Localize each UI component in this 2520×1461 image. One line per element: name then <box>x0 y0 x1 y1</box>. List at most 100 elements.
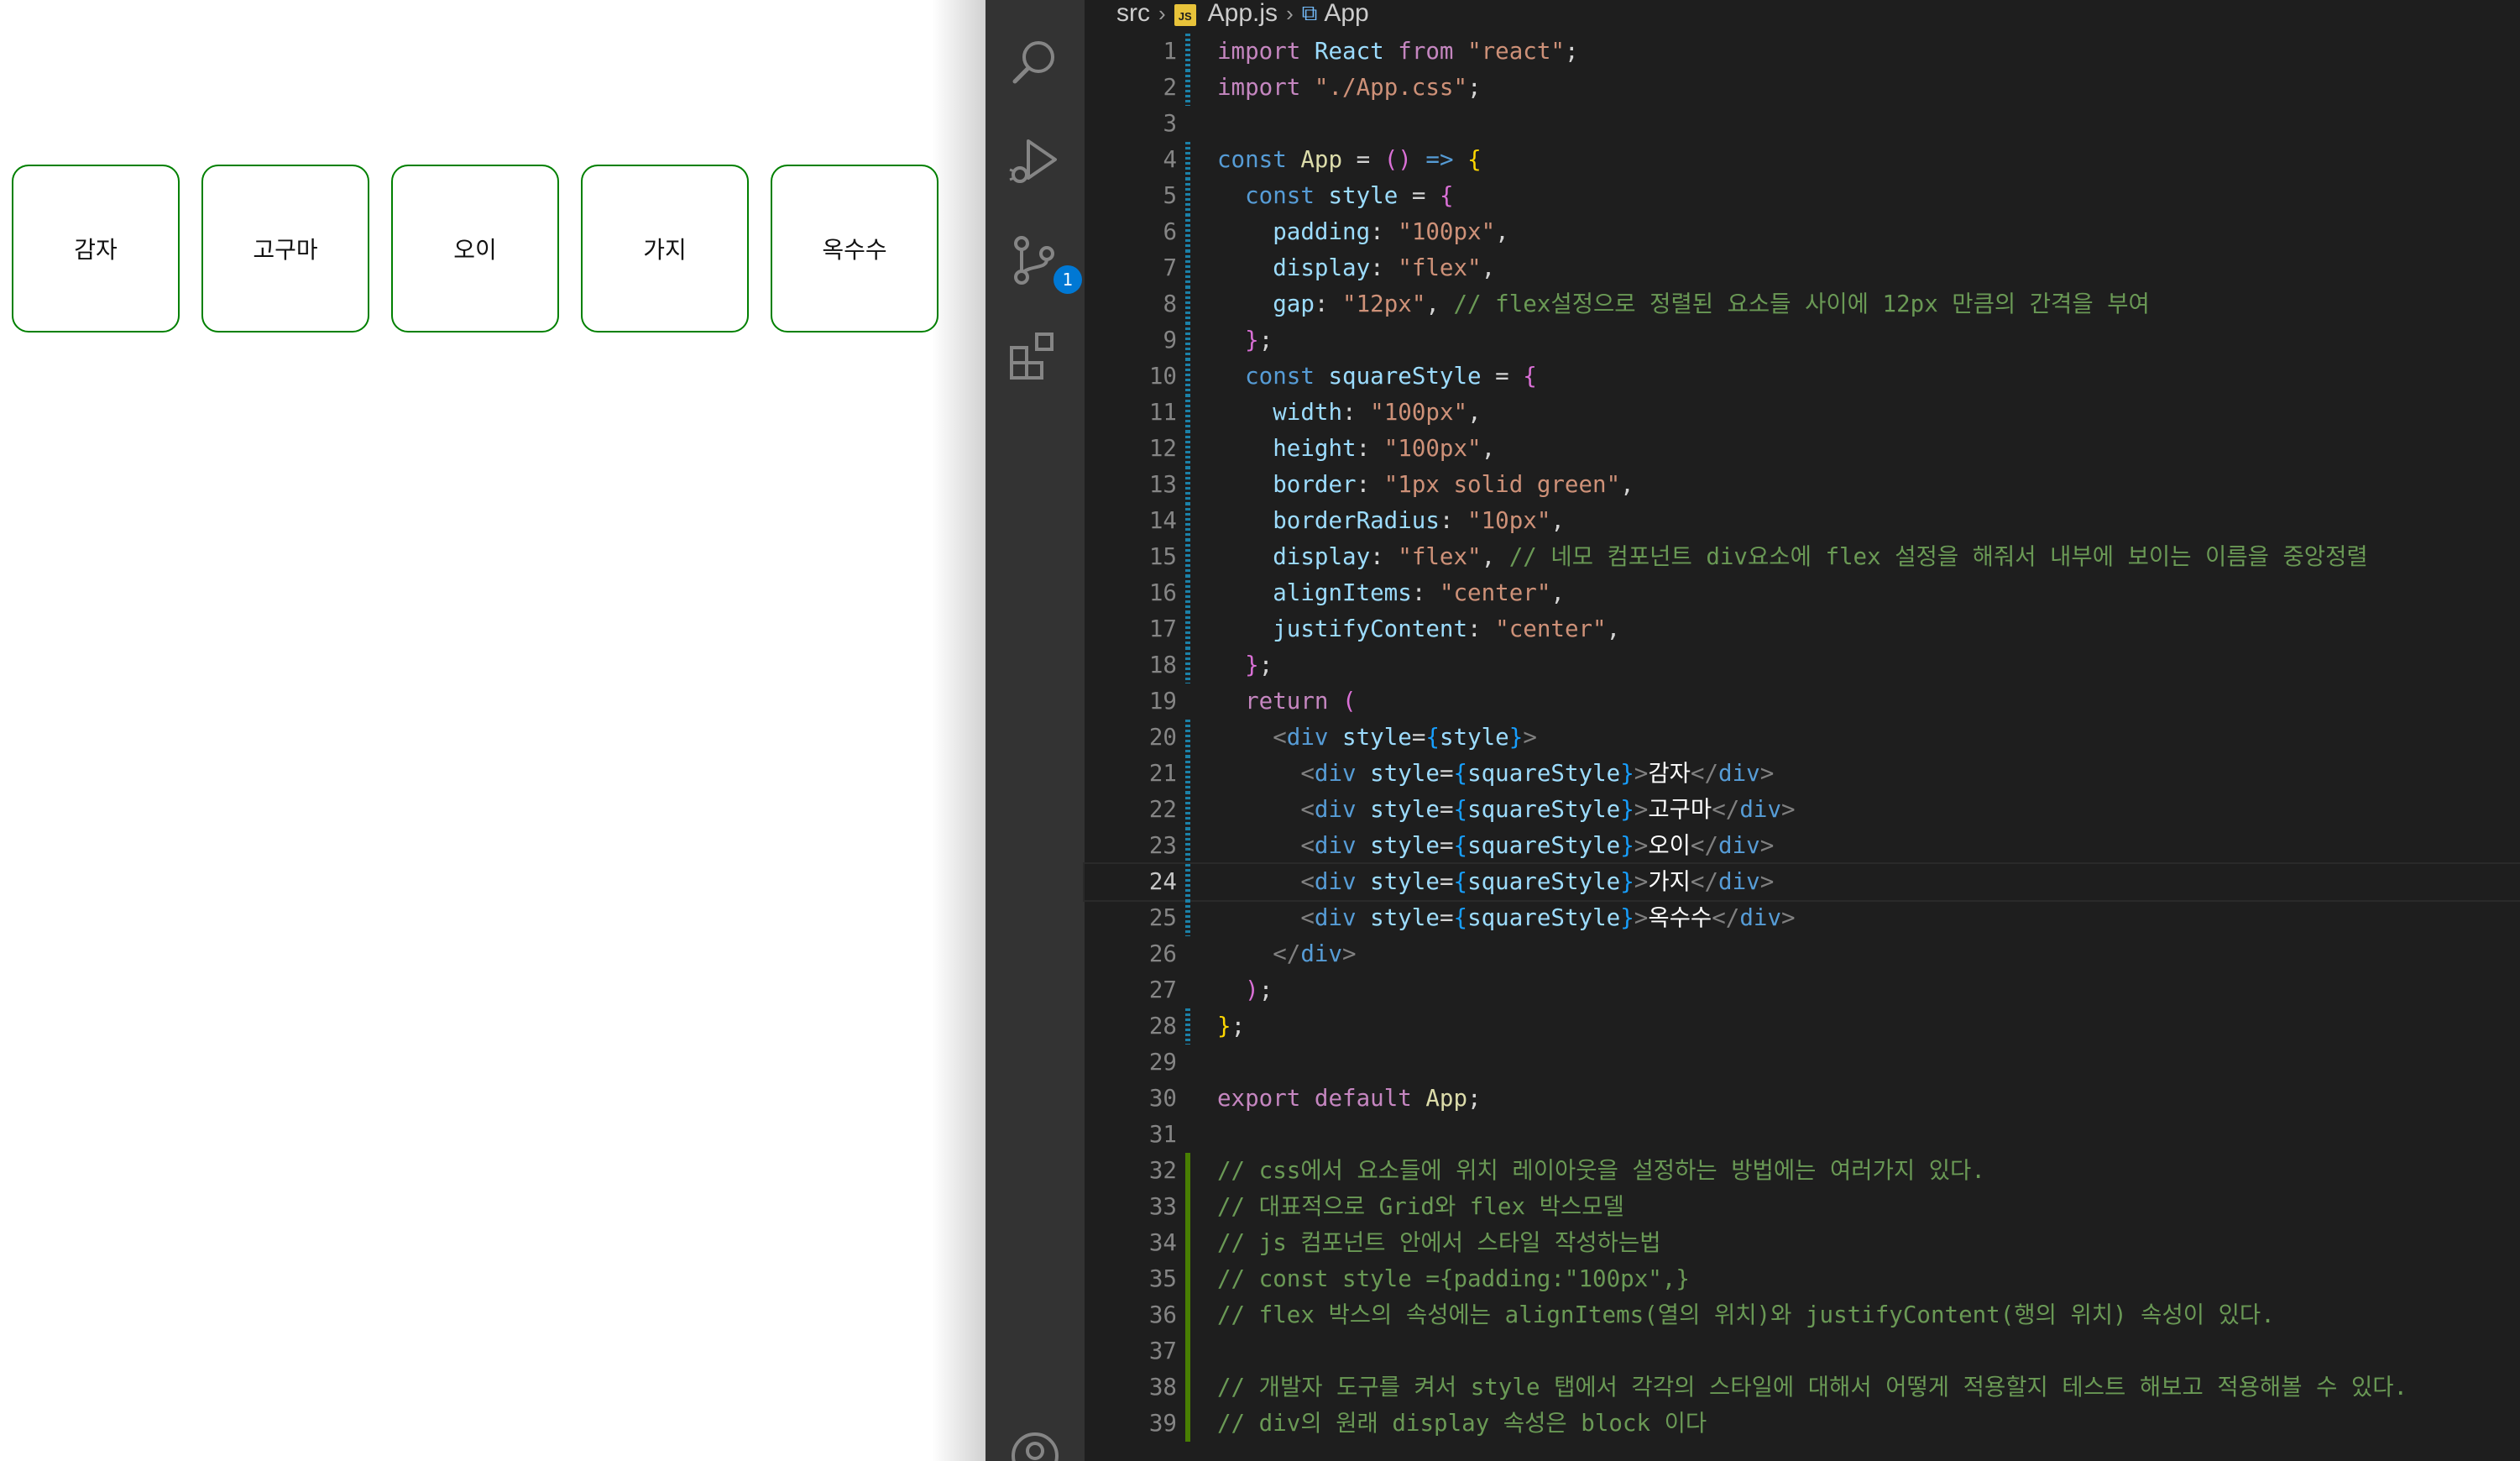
code-editor[interactable]: src › JS App.js › ⧉ App 1 import React fr… <box>1083 0 2520 1461</box>
code-token: ; <box>1564 38 1579 65</box>
code-text: borderRadius: "10px", <box>1217 503 1565 539</box>
code-line[interactable]: 27 ); <box>1085 972 2520 1008</box>
line-number: 35 <box>1148 1265 1177 1292</box>
code-line[interactable]: 38 // 개발자 도구를 켜서 style 탭에서 각각의 스타일에 대해서 어… <box>1085 1369 2520 1406</box>
code-token: width <box>1273 399 1343 426</box>
code-line[interactable]: 6 padding: "100px", <box>1085 214 2520 250</box>
code-token: "12px" <box>1342 291 1426 317</box>
code-token: > <box>1634 868 1649 895</box>
code-token: squareStyle <box>1467 796 1621 823</box>
code-text: border: "1px solid green", <box>1217 467 1634 503</box>
line-number: 3 <box>1163 110 1177 137</box>
code-line[interactable]: 19 return ( <box>1085 683 2520 720</box>
code-token: "1px solid green" <box>1383 471 1621 498</box>
code-line[interactable]: 36 // flex 박스의 속성에는 alignItems(열의 위치)와 ju… <box>1085 1297 2520 1333</box>
breadcrumb-symbol[interactable]: App <box>1324 0 1368 28</box>
line-number: 21 <box>1148 760 1177 787</box>
code-line[interactable]: 16 alignItems: "center", <box>1085 575 2520 611</box>
search-icon[interactable] <box>1006 34 1064 91</box>
code-token: : <box>1356 435 1384 462</box>
source-control-icon[interactable]: 1 <box>1006 232 1082 294</box>
code-line[interactable]: 37 <box>1085 1333 2520 1369</box>
gutter-added-marker <box>1185 1297 1190 1333</box>
code-line[interactable]: 13 border: "1px solid green", <box>1085 467 2520 503</box>
breadcrumb-file[interactable]: App.js <box>1208 0 1278 28</box>
account-icon[interactable] <box>1006 1427 1064 1461</box>
extensions-icon[interactable] <box>1006 327 1064 385</box>
code-text: // js 컴포넌트 안에서 스타일 작성하는법 <box>1217 1225 1661 1261</box>
code-line[interactable]: 25 <div style={squareStyle}>옥수수</div> <box>1085 900 2520 936</box>
code-token: , <box>1481 254 1496 281</box>
line-number: 31 <box>1148 1121 1177 1148</box>
code-line[interactable]: 7 display: "flex", <box>1085 250 2520 286</box>
code-token: borderRadius <box>1273 507 1440 534</box>
code-line[interactable]: 15 display: "flex", // 네모 컴포넌트 div요소에 fl… <box>1085 539 2520 575</box>
code-token: = <box>1481 363 1524 390</box>
code-token: > <box>1634 796 1649 823</box>
code-line[interactable]: 30 export default App; <box>1085 1081 2520 1117</box>
code-token: display <box>1273 543 1371 570</box>
breadcrumb-folder[interactable]: src <box>1116 0 1150 28</box>
code-token: "10px" <box>1467 507 1551 534</box>
code-line[interactable]: 24 <div style={squareStyle}>가지</div> <box>1083 862 2520 902</box>
code-token: div <box>1314 760 1357 787</box>
code-line[interactable]: 3 <box>1085 106 2520 142</box>
code-line[interactable]: 8 gap: "12px", // flex설정으로 정렬된 요소들 사이에 1… <box>1085 286 2520 322</box>
code-text: return ( <box>1217 683 1356 720</box>
code-token: App <box>1300 146 1343 173</box>
line-number: 24 <box>1148 868 1177 895</box>
code-line[interactable]: 18 }; <box>1085 647 2520 683</box>
code-token: border <box>1273 471 1357 498</box>
code-token: "center" <box>1495 615 1607 642</box>
code-line[interactable]: 31 <box>1085 1117 2520 1153</box>
code-line[interactable]: 21 <div style={squareStyle}>감자</div> <box>1085 756 2520 792</box>
code-token: div <box>1314 904 1357 931</box>
code-line[interactable]: 4 const App = () => { <box>1085 142 2520 178</box>
code-line[interactable]: 26 </div> <box>1085 936 2520 972</box>
code-line[interactable]: 10 const squareStyle = { <box>1085 359 2520 395</box>
code-text: }; <box>1217 1008 1245 1045</box>
run-debug-icon[interactable] <box>1006 133 1064 190</box>
code-token: style <box>1370 760 1440 787</box>
code-line[interactable]: 2 import "./App.css"; <box>1085 70 2520 106</box>
code-text: padding: "100px", <box>1217 214 1509 250</box>
code-line[interactable]: 11 width: "100px", <box>1085 395 2520 431</box>
code-token: // const style ={padding:"100px",} <box>1217 1265 1690 1292</box>
code-line[interactable]: 14 borderRadius: "10px", <box>1085 503 2520 539</box>
breadcrumb: src › JS App.js › ⧉ App <box>1116 0 1369 27</box>
code-text: const App = () => { <box>1217 142 1482 178</box>
code-line[interactable]: 32 // css에서 요소들에 위치 레이아웃을 설정하는 방법에는 여러가지 … <box>1085 1153 2520 1189</box>
code-line[interactable]: 22 <div style={squareStyle}>고구마</div> <box>1085 792 2520 828</box>
code-token: style <box>1370 796 1440 823</box>
code-token: div <box>1718 868 1760 895</box>
code-token: const <box>1245 363 1315 390</box>
gutter-modified-marker <box>1185 575 1190 611</box>
line-number: 32 <box>1148 1157 1177 1184</box>
code-line[interactable]: 12 height: "100px", <box>1085 431 2520 467</box>
code-line[interactable]: 17 justifyContent: "center", <box>1085 611 2520 647</box>
code-line[interactable]: 5 const style = { <box>1085 178 2520 214</box>
code-line[interactable]: 35 // const style ={padding:"100px",} <box>1085 1261 2520 1297</box>
code-token: , <box>1481 435 1496 462</box>
line-number: 10 <box>1148 363 1177 390</box>
code-line[interactable]: 33 // 대표적으로 Grid와 flex 박스모델 <box>1085 1189 2520 1225</box>
code-text: height: "100px", <box>1217 431 1495 467</box>
code-line[interactable]: 23 <div style={squareStyle}>오이</div> <box>1085 828 2520 864</box>
code-token: default <box>1314 1085 1412 1112</box>
gutter-modified-marker <box>1185 34 1190 70</box>
code-line[interactable]: 1 import React from "react"; <box>1085 34 2520 70</box>
code-token: < <box>1300 904 1315 931</box>
gutter-modified-marker <box>1185 142 1190 178</box>
code-line[interactable]: 29 <box>1085 1045 2520 1081</box>
code-line[interactable]: 9 }; <box>1085 322 2520 359</box>
code-line[interactable]: 20 <div style={style}> <box>1085 720 2520 756</box>
code-line[interactable]: 34 // js 컴포넌트 안에서 스타일 작성하는법 <box>1085 1225 2520 1261</box>
code-token: 옥수수 <box>1648 904 1712 931</box>
code-line[interactable]: 39 // div의 원래 display 속성은 block 이다 <box>1085 1406 2520 1442</box>
code-line[interactable]: 28}; <box>1085 1008 2520 1045</box>
